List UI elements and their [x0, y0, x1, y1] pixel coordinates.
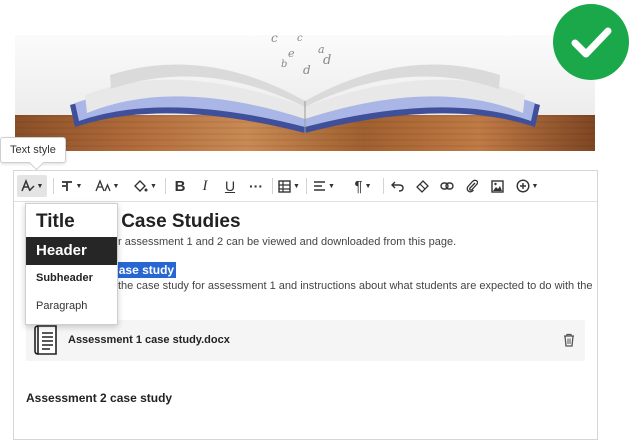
pilcrow-icon: ¶: [354, 177, 363, 195]
toolbar-divider: [306, 178, 307, 194]
assessment-1-paragraph: the case study for assessment 1 and inst…: [118, 280, 593, 292]
toolbar-divider: [53, 178, 54, 194]
intro-paragraph: r assessment 1 and 2 can be viewed and d…: [118, 236, 457, 248]
banner-image: c e a d b d c: [15, 35, 595, 151]
chevron-down-icon: ▼: [328, 182, 335, 190]
trash-icon[interactable]: [563, 333, 575, 347]
chevron-down-icon: ▼: [75, 182, 83, 190]
chevron-down-icon: ▼: [293, 182, 300, 190]
chevron-down-icon: ▼: [36, 182, 44, 190]
paint-bucket-icon: [134, 180, 148, 192]
text-color-button[interactable]: ▼: [131, 175, 159, 197]
eraser-icon: [415, 179, 429, 193]
assessment-2-heading: Assessment 2 case study: [26, 391, 173, 405]
file-attachment[interactable]: Assessment 1 case study.docx: [26, 320, 585, 361]
letter: c: [297, 35, 303, 44]
chevron-down-icon: ▼: [150, 182, 157, 190]
undo-icon: [390, 181, 404, 192]
bold-button[interactable]: B: [170, 175, 190, 197]
text-style-option-subheader[interactable]: Subheader: [26, 267, 117, 289]
align-icon: [314, 181, 326, 191]
text-format-icon: [61, 181, 72, 191]
font-format-button[interactable]: ▼: [58, 175, 84, 197]
text-style-option-header[interactable]: Header: [26, 237, 117, 265]
text-style-icon: [20, 179, 35, 192]
more-icon: ···: [249, 178, 263, 194]
paragraph-button[interactable]: ¶ ▼: [350, 175, 376, 197]
italic-icon: I: [202, 177, 208, 194]
clear-format-button[interactable]: [412, 175, 432, 197]
paperclip-icon: [466, 179, 478, 193]
text-style-tooltip: Text style: [0, 137, 66, 163]
chevron-down-icon: ▼: [112, 182, 120, 190]
toolbar-divider: [165, 178, 166, 194]
letter: b: [281, 59, 288, 70]
italic-button[interactable]: I: [195, 175, 215, 197]
link-button[interactable]: [437, 175, 457, 197]
link-icon: [440, 182, 454, 190]
selected-heading-text: ase study: [118, 263, 175, 277]
chevron-down-icon: ▼: [531, 182, 539, 190]
letter: c: [271, 35, 278, 45]
page-title: nt Case Studies: [98, 211, 241, 232]
editor-toolbar: ▼ ▼ ▼ ▼ B I U ··· ▼ ▼ ¶ ▼ ▼: [14, 171, 597, 202]
font-size-icon: [94, 179, 111, 192]
font-size-button[interactable]: ▼: [94, 175, 120, 197]
attach-button[interactable]: [462, 175, 482, 197]
more-button[interactable]: ···: [245, 175, 267, 197]
letter: d: [323, 53, 332, 68]
letter: e: [288, 47, 295, 60]
open-book-illustration: [70, 64, 540, 133]
document-icon: [34, 325, 57, 355]
text-style-option-title[interactable]: Title: [26, 208, 117, 236]
underline-button[interactable]: U: [220, 175, 240, 197]
chevron-down-icon: ▼: [364, 182, 372, 190]
image-icon: [490, 179, 504, 193]
text-style-dropdown: Title Header Subheader Paragraph: [25, 203, 118, 325]
undo-button[interactable]: [387, 175, 407, 197]
table-icon: [278, 179, 291, 193]
check-icon: [571, 27, 612, 58]
align-button[interactable]: ▼: [311, 175, 337, 197]
text-style-option-paragraph[interactable]: Paragraph: [26, 295, 117, 317]
table-button[interactable]: ▼: [276, 175, 302, 197]
insert-button[interactable]: ▼: [512, 175, 542, 197]
toolbar-divider: [272, 178, 273, 194]
toolbar-divider: [383, 178, 384, 194]
letter: d: [303, 63, 311, 77]
bold-icon: B: [174, 177, 186, 195]
text-style-button[interactable]: ▼: [17, 175, 47, 197]
file-name[interactable]: Assessment 1 case study.docx: [68, 334, 230, 346]
image-button[interactable]: [487, 175, 507, 197]
success-check-badge: [553, 4, 629, 80]
underline-icon: U: [224, 178, 236, 194]
plus-circle-icon: [516, 179, 530, 193]
